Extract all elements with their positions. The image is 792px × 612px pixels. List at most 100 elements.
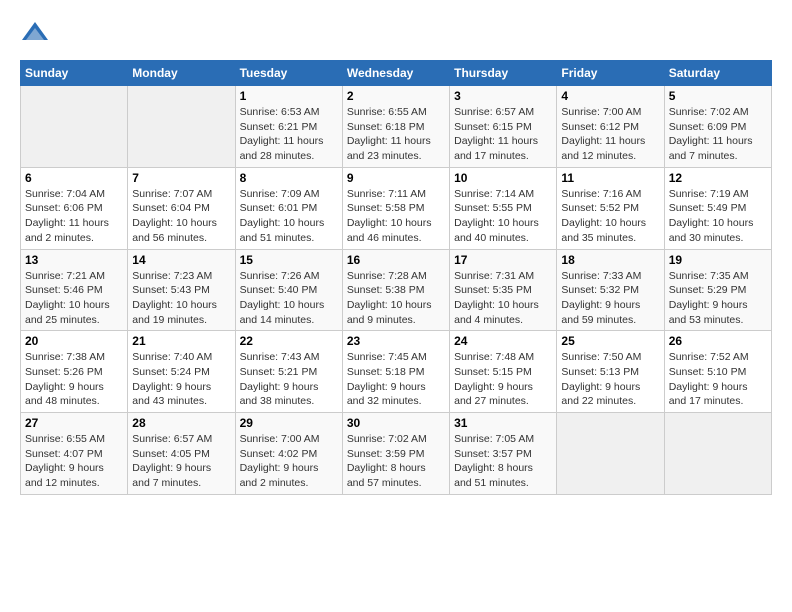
calendar-cell: 22 Sunrise: 7:43 AM Sunset: 5:21 PM Dayli… — [235, 331, 342, 413]
calendar-cell: 16 Sunrise: 7:28 AM Sunset: 5:38 PM Dayli… — [342, 249, 449, 331]
calendar-cell: 30 Sunrise: 7:02 AM Sunset: 3:59 PM Dayli… — [342, 413, 449, 495]
weekday-header: Monday — [128, 61, 235, 86]
calendar-week-row: 13 Sunrise: 7:21 AM Sunset: 5:46 PM Dayli… — [21, 249, 772, 331]
day-info: Sunrise: 7:07 AM Sunset: 6:04 PM Dayligh… — [132, 187, 230, 246]
day-number: 2 — [347, 89, 445, 103]
day-number: 8 — [240, 171, 338, 185]
day-number: 9 — [347, 171, 445, 185]
day-info: Sunrise: 7:02 AM Sunset: 6:09 PM Dayligh… — [669, 105, 767, 164]
calendar-cell — [664, 413, 771, 495]
day-info: Sunrise: 6:55 AM Sunset: 4:07 PM Dayligh… — [25, 432, 123, 491]
day-number: 17 — [454, 253, 552, 267]
day-info: Sunrise: 7:31 AM Sunset: 5:35 PM Dayligh… — [454, 269, 552, 328]
day-info: Sunrise: 7:04 AM Sunset: 6:06 PM Dayligh… — [25, 187, 123, 246]
day-number: 26 — [669, 334, 767, 348]
day-info: Sunrise: 7:23 AM Sunset: 5:43 PM Dayligh… — [132, 269, 230, 328]
calendar-table: SundayMondayTuesdayWednesdayThursdayFrid… — [20, 60, 772, 495]
calendar-week-row: 27 Sunrise: 6:55 AM Sunset: 4:07 PM Dayli… — [21, 413, 772, 495]
day-info: Sunrise: 7:00 AM Sunset: 4:02 PM Dayligh… — [240, 432, 338, 491]
weekday-header: Sunday — [21, 61, 128, 86]
weekday-header: Thursday — [450, 61, 557, 86]
logo-icon — [20, 20, 50, 50]
day-info: Sunrise: 6:53 AM Sunset: 6:21 PM Dayligh… — [240, 105, 338, 164]
calendar-cell — [21, 86, 128, 168]
day-info: Sunrise: 7:21 AM Sunset: 5:46 PM Dayligh… — [25, 269, 123, 328]
day-number: 22 — [240, 334, 338, 348]
calendar-cell: 1Sunrise: 6:53 AM Sunset: 6:21 PM Daylig… — [235, 86, 342, 168]
calendar-cell — [128, 86, 235, 168]
calendar-cell: 23 Sunrise: 7:45 AM Sunset: 5:18 PM Dayli… — [342, 331, 449, 413]
day-info: Sunrise: 7:52 AM Sunset: 5:10 PM Dayligh… — [669, 350, 767, 409]
calendar-cell: 2 Sunrise: 6:55 AM Sunset: 6:18 PM Daylig… — [342, 86, 449, 168]
calendar-cell: 31 Sunrise: 7:05 AM Sunset: 3:57 PM Dayli… — [450, 413, 557, 495]
calendar-body: 1Sunrise: 6:53 AM Sunset: 6:21 PM Daylig… — [21, 86, 772, 495]
calendar-cell: 3Sunrise: 6:57 AM Sunset: 6:15 PM Daylig… — [450, 86, 557, 168]
calendar-cell: 21 Sunrise: 7:40 AM Sunset: 5:24 PM Dayli… — [128, 331, 235, 413]
day-number: 10 — [454, 171, 552, 185]
day-number: 29 — [240, 416, 338, 430]
day-number: 20 — [25, 334, 123, 348]
day-info: Sunrise: 7:16 AM Sunset: 5:52 PM Dayligh… — [561, 187, 659, 246]
day-number: 31 — [454, 416, 552, 430]
day-info: Sunrise: 7:28 AM Sunset: 5:38 PM Dayligh… — [347, 269, 445, 328]
calendar-cell: 13 Sunrise: 7:21 AM Sunset: 5:46 PM Dayli… — [21, 249, 128, 331]
day-info: Sunrise: 7:33 AM Sunset: 5:32 PM Dayligh… — [561, 269, 659, 328]
day-number: 16 — [347, 253, 445, 267]
day-info: Sunrise: 7:26 AM Sunset: 5:40 PM Dayligh… — [240, 269, 338, 328]
day-number: 4 — [561, 89, 659, 103]
day-info: Sunrise: 7:05 AM Sunset: 3:57 PM Dayligh… — [454, 432, 552, 491]
day-number: 24 — [454, 334, 552, 348]
calendar-cell: 25Sunrise: 7:50 AM Sunset: 5:13 PM Dayli… — [557, 331, 664, 413]
day-info: Sunrise: 7:19 AM Sunset: 5:49 PM Dayligh… — [669, 187, 767, 246]
calendar-header: SundayMondayTuesdayWednesdayThursdayFrid… — [21, 61, 772, 86]
day-number: 21 — [132, 334, 230, 348]
calendar-cell: 28 Sunrise: 6:57 AM Sunset: 4:05 PM Dayli… — [128, 413, 235, 495]
day-info: Sunrise: 7:43 AM Sunset: 5:21 PM Dayligh… — [240, 350, 338, 409]
calendar-cell: 8 Sunrise: 7:09 AM Sunset: 6:01 PM Daylig… — [235, 167, 342, 249]
day-info: Sunrise: 7:38 AM Sunset: 5:26 PM Dayligh… — [25, 350, 123, 409]
day-info: Sunrise: 7:40 AM Sunset: 5:24 PM Dayligh… — [132, 350, 230, 409]
calendar-week-row: 6Sunrise: 7:04 AM Sunset: 6:06 PM Daylig… — [21, 167, 772, 249]
logo — [20, 20, 54, 50]
calendar-cell: 10Sunrise: 7:14 AM Sunset: 5:55 PM Dayli… — [450, 167, 557, 249]
day-info: Sunrise: 7:48 AM Sunset: 5:15 PM Dayligh… — [454, 350, 552, 409]
calendar-cell: 15 Sunrise: 7:26 AM Sunset: 5:40 PM Dayli… — [235, 249, 342, 331]
day-number: 18 — [561, 253, 659, 267]
day-number: 15 — [240, 253, 338, 267]
day-info: Sunrise: 7:09 AM Sunset: 6:01 PM Dayligh… — [240, 187, 338, 246]
day-number: 30 — [347, 416, 445, 430]
weekday-header: Saturday — [664, 61, 771, 86]
day-info: Sunrise: 6:55 AM Sunset: 6:18 PM Dayligh… — [347, 105, 445, 164]
day-number: 7 — [132, 171, 230, 185]
calendar-cell: 19Sunrise: 7:35 AM Sunset: 5:29 PM Dayli… — [664, 249, 771, 331]
day-info: Sunrise: 7:50 AM Sunset: 5:13 PM Dayligh… — [561, 350, 659, 409]
weekday-header: Friday — [557, 61, 664, 86]
page-header — [20, 20, 772, 50]
day-info: Sunrise: 7:00 AM Sunset: 6:12 PM Dayligh… — [561, 105, 659, 164]
weekday-header: Wednesday — [342, 61, 449, 86]
calendar-cell: 26 Sunrise: 7:52 AM Sunset: 5:10 PM Dayli… — [664, 331, 771, 413]
calendar-cell: 12 Sunrise: 7:19 AM Sunset: 5:49 PM Dayli… — [664, 167, 771, 249]
day-info: Sunrise: 7:45 AM Sunset: 5:18 PM Dayligh… — [347, 350, 445, 409]
day-number: 23 — [347, 334, 445, 348]
day-number: 28 — [132, 416, 230, 430]
calendar-cell: 24 Sunrise: 7:48 AM Sunset: 5:15 PM Dayli… — [450, 331, 557, 413]
day-info: Sunrise: 6:57 AM Sunset: 6:15 PM Dayligh… — [454, 105, 552, 164]
calendar-cell: 18 Sunrise: 7:33 AM Sunset: 5:32 PM Dayli… — [557, 249, 664, 331]
calendar-cell: 9Sunrise: 7:11 AM Sunset: 5:58 PM Daylig… — [342, 167, 449, 249]
calendar-cell: 7 Sunrise: 7:07 AM Sunset: 6:04 PM Daylig… — [128, 167, 235, 249]
day-number: 12 — [669, 171, 767, 185]
day-info: Sunrise: 7:02 AM Sunset: 3:59 PM Dayligh… — [347, 432, 445, 491]
calendar-cell: 6Sunrise: 7:04 AM Sunset: 6:06 PM Daylig… — [21, 167, 128, 249]
day-number: 27 — [25, 416, 123, 430]
calendar-cell: 20 Sunrise: 7:38 AM Sunset: 5:26 PM Dayli… — [21, 331, 128, 413]
day-info: Sunrise: 7:35 AM Sunset: 5:29 PM Dayligh… — [669, 269, 767, 328]
calendar-cell: 4 Sunrise: 7:00 AM Sunset: 6:12 PM Daylig… — [557, 86, 664, 168]
day-info: Sunrise: 6:57 AM Sunset: 4:05 PM Dayligh… — [132, 432, 230, 491]
calendar-cell: 11 Sunrise: 7:16 AM Sunset: 5:52 PM Dayli… — [557, 167, 664, 249]
weekday-header: Tuesday — [235, 61, 342, 86]
day-number: 11 — [561, 171, 659, 185]
day-number: 13 — [25, 253, 123, 267]
day-number: 14 — [132, 253, 230, 267]
calendar-week-row: 20 Sunrise: 7:38 AM Sunset: 5:26 PM Dayli… — [21, 331, 772, 413]
